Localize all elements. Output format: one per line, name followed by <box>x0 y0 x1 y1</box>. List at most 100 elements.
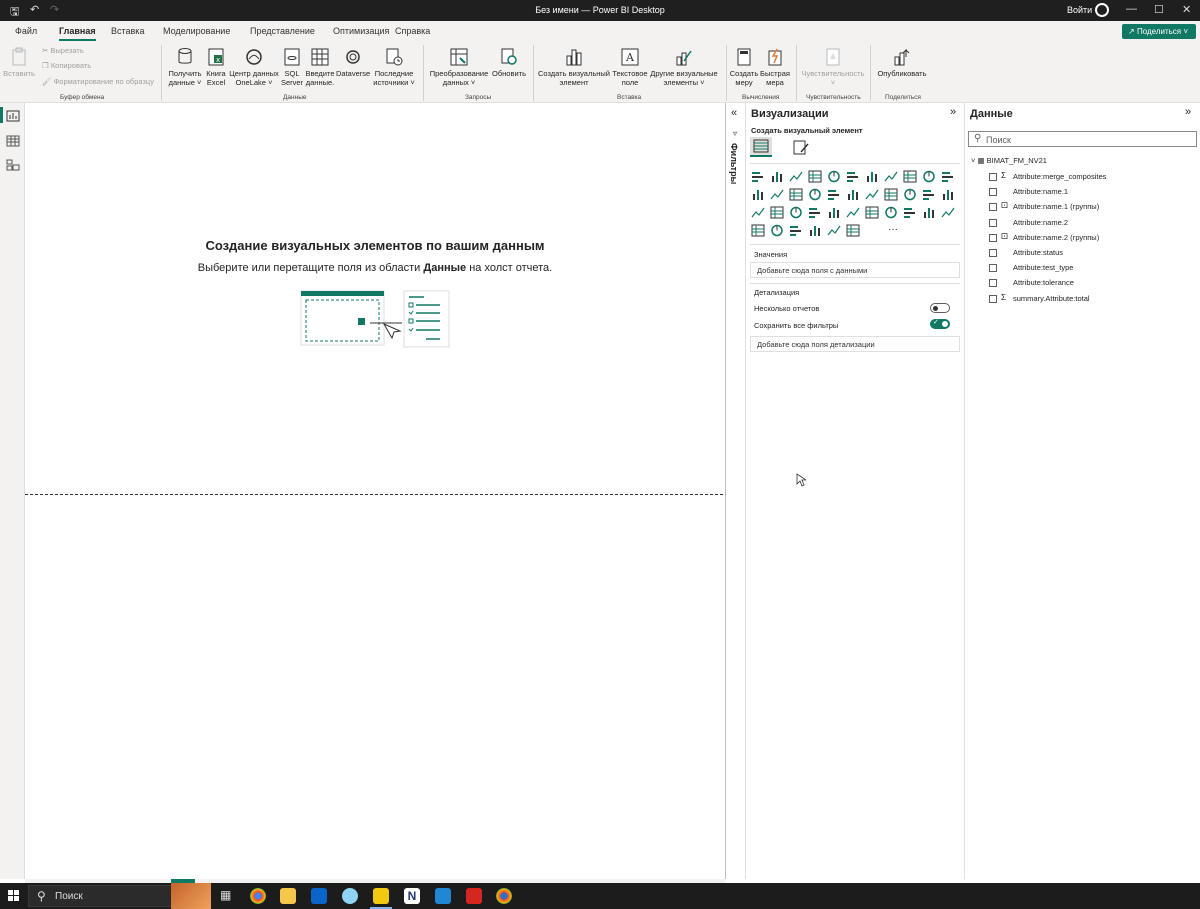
maximize-icon[interactable]: ☐ <box>1154 3 1164 16</box>
enter-data-button[interactable]: Введите данные. <box>304 47 336 87</box>
cross-report-toggle[interactable] <box>930 303 950 313</box>
pie-visual-icon[interactable] <box>827 188 841 201</box>
data-search-input[interactable]: ⚲ Поиск <box>968 131 1197 147</box>
field-checkbox[interactable] <box>989 264 997 273</box>
stacked-area-visual-icon[interactable] <box>903 170 917 183</box>
field-checkbox[interactable] <box>989 218 997 227</box>
tab-home[interactable]: Главная <box>59 26 96 41</box>
field-item[interactable]: ⚀ Attribute:name.2 (группы) <box>965 232 1195 245</box>
recent-sources-button[interactable]: Последние источники ˅ <box>370 47 418 87</box>
avatar-icon[interactable] <box>1095 3 1109 17</box>
sensitivity-button[interactable]: Чувствительность ˅ <box>800 47 866 87</box>
model-view-icon[interactable] <box>6 159 20 171</box>
new-measure-button[interactable]: Создать меру <box>729 47 759 87</box>
sql-server-button[interactable]: SQL Server <box>280 47 304 87</box>
field-item[interactable]: Σsummary.Attribute:total <box>965 293 1195 306</box>
field-item[interactable]: Attribute:test_type <box>965 262 1195 275</box>
gauge-visual-icon[interactable] <box>941 188 955 201</box>
narrative-visual-icon[interactable] <box>751 224 765 237</box>
drillthrough-dropzone[interactable]: Добавьте сюда поля детализации <box>750 336 960 352</box>
r-visual-visual-icon[interactable] <box>865 206 879 219</box>
explorer-icon[interactable] <box>280 888 296 904</box>
onelake-button[interactable]: Центр данных OneLake ˅ <box>228 47 280 87</box>
publish-button[interactable]: Опубликовать <box>874 47 930 78</box>
treemap-visual-icon[interactable] <box>865 188 879 201</box>
textbox-button[interactable]: A Текстовое поле <box>611 47 649 87</box>
more-visuals-button[interactable]: Другие визуальные элементы ˅ <box>649 47 719 87</box>
vscode-icon[interactable] <box>435 888 451 904</box>
more-visuals-icon[interactable]: ··· <box>888 224 898 235</box>
arcgis-visual-icon[interactable] <box>846 224 860 237</box>
field-checkbox[interactable] <box>989 294 997 303</box>
close-icon[interactable]: ✕ <box>1182 3 1191 16</box>
clustered-bar-visual-icon[interactable] <box>789 170 803 183</box>
stacked-column-visual-icon[interactable] <box>770 170 784 183</box>
ribbon-visual-icon[interactable] <box>751 188 765 201</box>
line-column-visual-icon[interactable] <box>922 170 936 183</box>
field-checkbox[interactable] <box>989 279 997 288</box>
quick-measure-button[interactable]: Быстрая мера <box>759 47 791 87</box>
browser-icon[interactable] <box>496 888 512 904</box>
cut-button[interactable]: ✂ Вырезать <box>42 46 84 55</box>
field-item[interactable]: Attribute:name.2 <box>965 217 1195 230</box>
task-view-icon[interactable]: ▦ <box>220 888 231 902</box>
report-view-icon[interactable] <box>6 110 20 122</box>
excel-button[interactable]: x Книга Excel <box>204 47 228 87</box>
table-node[interactable]: ˅ ▦ BIMAT_FM_NV21 <box>971 156 1047 165</box>
format-visual-icon[interactable] <box>792 139 810 157</box>
refresh-button[interactable]: Обновить <box>490 47 528 78</box>
multi-row-card-visual-icon[interactable] <box>770 206 784 219</box>
tab-modeling[interactable]: Моделирование <box>163 26 230 36</box>
python-visual-visual-icon[interactable] <box>884 206 898 219</box>
expand-left-icon[interactable]: « <box>731 107 737 119</box>
transform-data-button[interactable]: Преобразование данных ˅ <box>428 47 490 87</box>
table-view-icon[interactable] <box>6 135 20 147</box>
field-item[interactable]: Σ Attribute:merge_composites <box>965 171 1195 184</box>
qa-visual-icon[interactable] <box>941 206 955 219</box>
line-visual-icon[interactable] <box>865 170 879 183</box>
field-checkbox[interactable] <box>989 173 997 181</box>
key-influencers-visual-icon[interactable] <box>903 206 917 219</box>
signin-link[interactable]: Войти <box>1067 5 1092 15</box>
notepad-plus-icon[interactable]: N <box>404 888 420 904</box>
share-button[interactable]: ↗ Поделиться ˅ <box>1122 24 1196 39</box>
field-item[interactable]: Attribute:name.1 <box>965 186 1195 199</box>
area-visual-icon[interactable] <box>884 170 898 183</box>
azure-map-visual-icon[interactable] <box>922 188 936 201</box>
windows-start-icon[interactable] <box>8 890 20 902</box>
funnel-visual-icon[interactable] <box>789 188 803 201</box>
field-item[interactable]: Attribute:status <box>965 247 1195 260</box>
clustered-column-visual-icon[interactable] <box>808 170 822 183</box>
tab-view[interactable]: Представление <box>250 26 315 36</box>
values-dropzone[interactable]: Добавьте сюда поля с данными <box>750 262 960 278</box>
matrix-visual-icon[interactable] <box>846 206 860 219</box>
donut-visual-icon[interactable] <box>846 188 860 201</box>
filters-pane-collapsed[interactable]: « ▿ Фильтры <box>725 103 746 879</box>
tab-optimize[interactable]: Оптимизация <box>333 26 389 36</box>
goals-visual-icon[interactable] <box>770 224 784 237</box>
outlook-icon[interactable] <box>311 888 327 904</box>
dataverse-button[interactable]: Dataverse <box>336 47 370 78</box>
report-canvas[interactable] <box>25 103 725 879</box>
slicer-visual-icon[interactable] <box>808 206 822 219</box>
paste-button[interactable]: Вставить <box>2 47 36 78</box>
collapse-viz-icon[interactable]: » <box>950 106 956 118</box>
100-bar-visual-icon[interactable] <box>827 170 841 183</box>
field-checkbox[interactable] <box>989 188 997 197</box>
line-clustered-visual-icon[interactable] <box>941 170 955 183</box>
minimize-icon[interactable]: — <box>1126 3 1137 15</box>
tab-insert[interactable]: Вставка <box>111 26 144 36</box>
field-checkbox[interactable] <box>989 203 997 212</box>
decomposition-tree-visual-icon[interactable] <box>922 206 936 219</box>
field-checkbox[interactable] <box>989 249 997 257</box>
build-visual-tab[interactable] <box>750 137 772 157</box>
copy-button[interactable]: ❐ Копировать <box>42 61 91 70</box>
powerbi-icon[interactable] <box>373 888 389 904</box>
format-painter-button[interactable]: 🖌 Форматирование по образцу <box>42 77 154 86</box>
collapse-data-icon[interactable]: » <box>1185 106 1191 118</box>
card-visual-icon[interactable] <box>751 206 765 219</box>
kpi-visual-icon[interactable] <box>789 206 803 219</box>
power-apps-visual-icon[interactable] <box>808 224 822 237</box>
power-automate-visual-icon[interactable] <box>827 224 841 237</box>
paginated-visual-icon[interactable] <box>789 224 803 237</box>
